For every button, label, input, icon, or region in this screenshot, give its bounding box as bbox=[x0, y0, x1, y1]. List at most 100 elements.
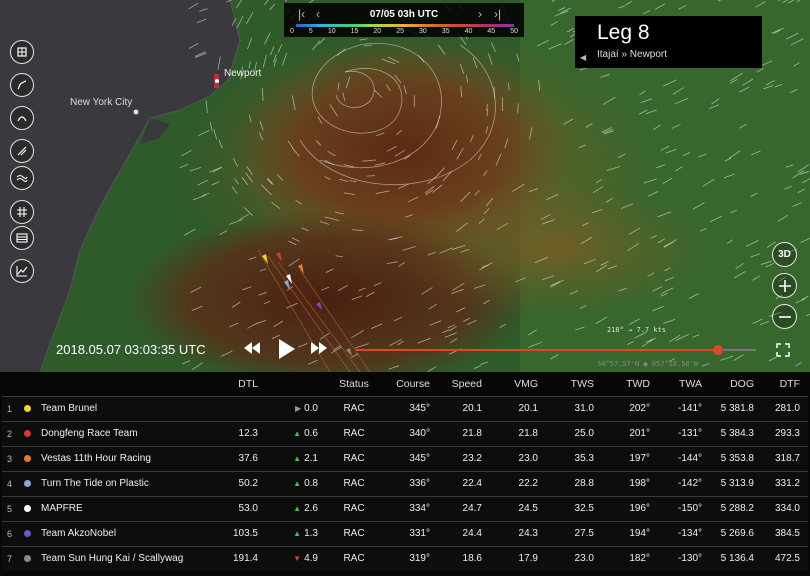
team-cell: Team Sun Hung Kai / Scallywag bbox=[24, 545, 204, 571]
twd-cell: 198° bbox=[602, 470, 658, 496]
trend-up-icon: ▲ bbox=[293, 504, 302, 513]
wind-scale-tick: 0 bbox=[290, 28, 294, 35]
vmg-cell: 24.3 bbox=[490, 520, 546, 546]
dog-cell: 5 381.8 bbox=[710, 395, 762, 421]
table-row[interactable]: 1 Team Brunel ▶ 0.0 RAC 345° 20.1 20.1 31.0 202° -… bbox=[2, 395, 808, 421]
forecast-time: 07/05 03h UTC bbox=[369, 9, 439, 20]
dtl-change-value: 2.1 bbox=[304, 453, 318, 464]
dtl-change-value: 4.9 bbox=[304, 553, 318, 565]
track-icon bbox=[17, 80, 27, 90]
grid-button[interactable] bbox=[10, 200, 34, 224]
current-button[interactable] bbox=[10, 166, 34, 190]
zoom-out-button[interactable] bbox=[772, 304, 797, 329]
vmg-cell: 23.0 bbox=[490, 445, 546, 471]
header-status[interactable]: Status bbox=[326, 372, 382, 396]
fullscreen-icon[interactable] bbox=[776, 343, 790, 357]
rank-cell: 1 bbox=[2, 395, 24, 421]
tws-cell: 28.8 bbox=[546, 470, 602, 496]
team-name: Team Brunel bbox=[41, 403, 98, 414]
team-color-dot bbox=[24, 404, 31, 412]
race-map[interactable]: Newport New York City |‹ ‹ 07/05 03h UTC… bbox=[0, 0, 810, 372]
wind-scale-tick: 10 bbox=[327, 28, 336, 35]
dtl-cell: 37.6 bbox=[204, 445, 266, 471]
tws-cell: 32.5 bbox=[546, 495, 602, 521]
header-dtl[interactable]: DTL bbox=[204, 372, 266, 396]
dog-cell: 5 269.6 bbox=[710, 520, 762, 546]
fast-forward-button[interactable] bbox=[311, 339, 327, 357]
header-dog[interactable]: DOG bbox=[710, 372, 762, 396]
ranking-button[interactable] bbox=[10, 226, 34, 250]
play-button[interactable] bbox=[278, 339, 296, 359]
nyc-marker bbox=[133, 109, 139, 115]
rewind-icon bbox=[244, 342, 260, 354]
wind-scale-tick: 40 bbox=[464, 28, 473, 35]
step-forward-icon[interactable]: › bbox=[478, 7, 482, 21]
table-row[interactable]: 2 Dongfeng Race Team 12.3 ▲ 0.6 RAC 340° 21.8 21… bbox=[2, 420, 808, 446]
header-speed[interactable]: Speed bbox=[438, 372, 490, 396]
track-button[interactable] bbox=[10, 73, 34, 97]
wind-scale-bar bbox=[296, 24, 514, 27]
dtl-change-value: 1.3 bbox=[304, 528, 318, 539]
table-row[interactable]: 3 Vestas 11th Hour Racing 37.6 ▲ 2.1 RAC 345° 2… bbox=[2, 445, 808, 471]
dog-cell: 5 136.4 bbox=[710, 545, 762, 571]
play-icon bbox=[279, 339, 295, 359]
team-color-dot bbox=[24, 454, 31, 462]
dtl-change-value: 0.0 bbox=[304, 403, 318, 414]
table-row[interactable]: 5 MAPFRE 53.0 ▲ 2.6 RAC 334° 24.7 24.5 32.5 196° -1… bbox=[2, 495, 808, 521]
timeline-handle[interactable] bbox=[713, 345, 723, 355]
dog-cell: 5 288.2 bbox=[710, 495, 762, 521]
current-icon bbox=[16, 174, 28, 183]
course-cell: 345° bbox=[382, 395, 438, 421]
step-back-icon[interactable]: ‹ bbox=[316, 7, 320, 21]
header-course[interactable]: Course bbox=[382, 372, 438, 396]
collapse-arrow-icon[interactable]: ◀ bbox=[580, 53, 586, 62]
team-name: Turn The Tide on Plastic bbox=[41, 478, 149, 489]
speed-cell: 21.8 bbox=[438, 420, 490, 446]
speed-cell: 18.6 bbox=[438, 545, 490, 571]
wind-legend: |‹ ‹ 07/05 03h UTC › ›| 0 5 10 15 20 25 30 35 40… bbox=[284, 3, 524, 37]
rewind-button[interactable] bbox=[244, 339, 260, 357]
dtl-cell: 191.4 bbox=[204, 545, 266, 571]
status-cell: RAC bbox=[326, 545, 382, 571]
speed-cell: 23.2 bbox=[438, 445, 490, 471]
skip-forward-icon[interactable]: ›| bbox=[494, 7, 501, 21]
graph-icon bbox=[16, 266, 28, 277]
course-cell: 345° bbox=[382, 445, 438, 471]
leg-title: Leg 8 bbox=[597, 21, 650, 44]
tws-cell: 23.0 bbox=[546, 545, 602, 571]
course-cell: 319° bbox=[382, 545, 438, 571]
header-twd[interactable]: TWD bbox=[602, 372, 658, 396]
dtf-cell: 472.5 bbox=[762, 545, 808, 571]
twd-cell: 202° bbox=[602, 395, 658, 421]
trend-up-icon: ▲ bbox=[293, 529, 302, 538]
dtl-change-value: 0.6 bbox=[304, 428, 318, 439]
trend-up-icon: ▲ bbox=[293, 479, 302, 488]
team-cell: Team AkzoNobel bbox=[24, 520, 204, 546]
wind-button[interactable] bbox=[10, 139, 34, 163]
dtl-cell: 12.3 bbox=[204, 420, 266, 446]
course-cell: 336° bbox=[382, 470, 438, 496]
toggle-3d-button[interactable]: 3D bbox=[772, 242, 797, 267]
vmg-cell: 24.5 bbox=[490, 495, 546, 521]
ranking-icon bbox=[16, 233, 28, 243]
zoom-in-button[interactable] bbox=[772, 273, 797, 298]
header-team bbox=[24, 372, 204, 396]
header-twa[interactable]: TWA bbox=[658, 372, 710, 396]
route-button[interactable] bbox=[10, 106, 34, 130]
twd-cell: 196° bbox=[602, 495, 658, 521]
grid-icon bbox=[17, 207, 27, 217]
table-row[interactable]: 7 Team Sun Hung Kai / Scallywag 191.4 ▼ 4.9 R… bbox=[2, 545, 808, 571]
speed-cell: 24.4 bbox=[438, 520, 490, 546]
map-layers-button[interactable] bbox=[10, 40, 34, 64]
playback-timeline[interactable] bbox=[356, 345, 756, 355]
table-row[interactable]: 6 Team AkzoNobel 103.5 ▲ 1.3 RAC 331° 24.4 24.3 2… bbox=[2, 520, 808, 546]
header-vmg[interactable]: VMG bbox=[490, 372, 546, 396]
header-tws[interactable]: TWS bbox=[546, 372, 602, 396]
table-row[interactable]: 4 Turn The Tide on Plastic 50.2 ▲ 0.8 RAC 336°… bbox=[2, 470, 808, 496]
dtf-cell: 334.0 bbox=[762, 495, 808, 521]
skip-back-icon[interactable]: |‹ bbox=[298, 7, 305, 21]
header-dtf[interactable]: DTF bbox=[762, 372, 808, 396]
trend-flat-icon: ▶ bbox=[294, 404, 302, 413]
graph-button[interactable] bbox=[10, 259, 34, 283]
dtl-cell: 50.2 bbox=[204, 470, 266, 496]
